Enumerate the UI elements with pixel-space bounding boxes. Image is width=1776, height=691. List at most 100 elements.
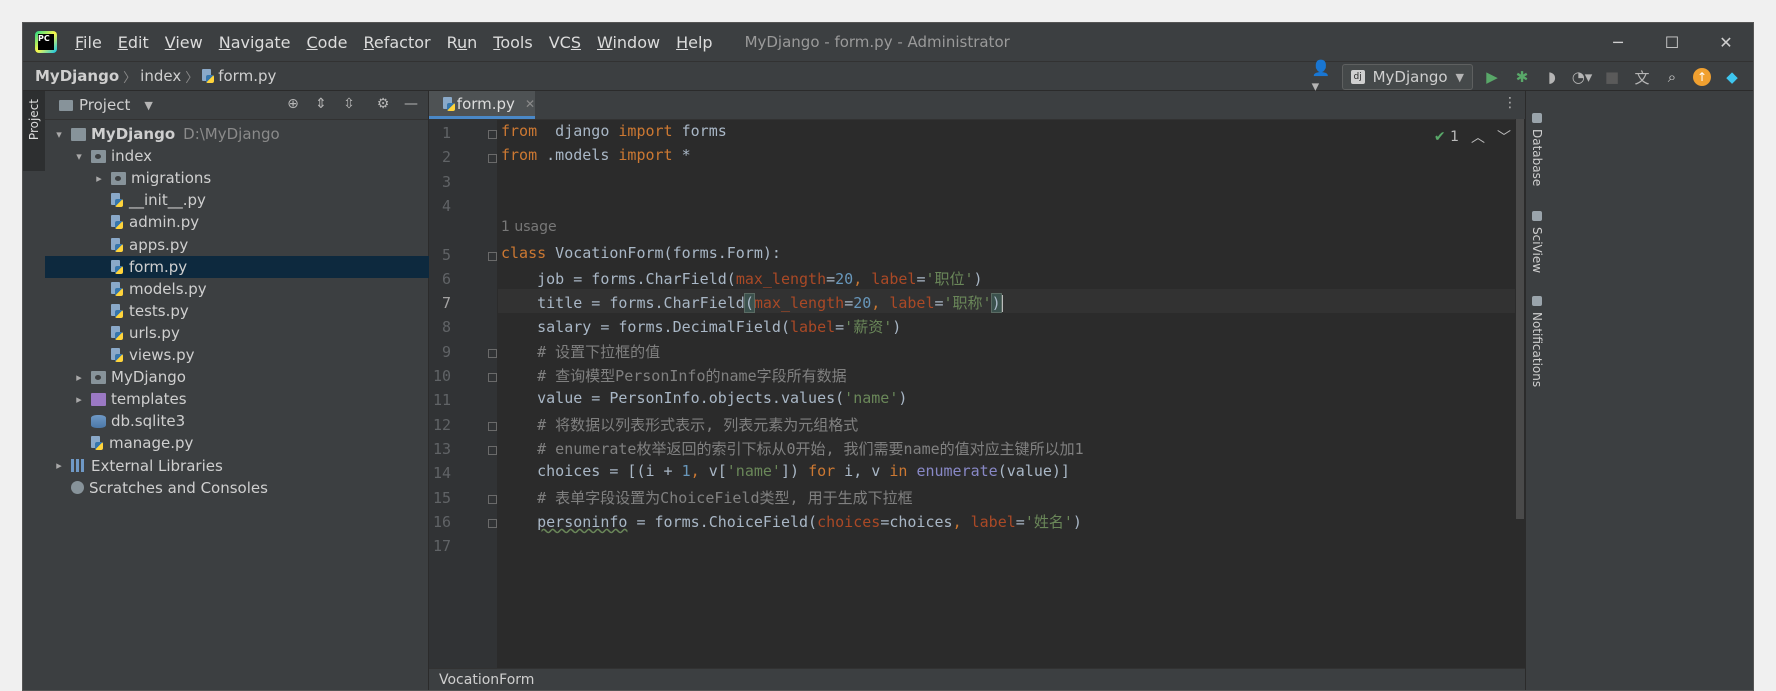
chevron-down-icon[interactable]: ▾ xyxy=(51,128,67,141)
tree-item[interactable]: manage.py xyxy=(45,432,454,454)
hide-panel-icon[interactable]: — xyxy=(402,94,420,114)
collapse-all-icon[interactable]: ⇳ xyxy=(340,94,358,114)
tree-item[interactable]: ▸ MyDjango xyxy=(45,366,454,388)
code-token: 'name' xyxy=(726,462,781,481)
tree-item[interactable]: ▸ External Libraries xyxy=(45,455,434,477)
tree-item[interactable]: form.py xyxy=(45,255,474,278)
fold-marker-icon[interactable] xyxy=(488,348,497,358)
tree-item[interactable]: Scratches and Consoles xyxy=(45,477,434,499)
tree-item[interactable]: ▸ migrations xyxy=(45,167,474,189)
chevron-right-icon[interactable]: ▸ xyxy=(91,172,107,185)
more-icon[interactable]: ⋮ xyxy=(1503,95,1517,111)
tree-item[interactable]: ▾ MyDjango D:\MyDjango xyxy=(45,123,434,145)
chevron-down-icon[interactable]: ▾ xyxy=(71,150,87,163)
menu-item[interactable]: Code xyxy=(299,33,356,52)
tree-item-label: templates xyxy=(111,390,187,409)
close-window-button[interactable]: ✕ xyxy=(1699,23,1753,61)
code-token: = xyxy=(826,269,836,288)
tool-tab-database[interactable]: Database xyxy=(1530,113,1544,186)
menu-item[interactable]: Refactor xyxy=(355,33,438,52)
tree-item-label: MyDjango xyxy=(91,125,176,143)
chevron-up-icon[interactable]: ︿ xyxy=(1471,127,1485,147)
fold-marker-icon[interactable] xyxy=(488,421,497,431)
tree-item[interactable]: tests.py xyxy=(45,300,474,322)
fold-marker-icon[interactable] xyxy=(488,130,497,139)
fold-marker-icon[interactable] xyxy=(488,494,497,504)
code-token: title = forms.CharField xyxy=(501,294,745,313)
menu-item[interactable]: Navigate xyxy=(211,33,299,52)
menu-item[interactable]: VCS xyxy=(541,33,589,52)
menu-item-mnemonic: C xyxy=(306,32,318,52)
update-icon[interactable]: ↑ xyxy=(1691,66,1713,88)
scrollbar-thumb[interactable] xyxy=(1516,119,1524,519)
project-view-select[interactable]: Project xyxy=(79,96,130,114)
maximize-button[interactable]: ☐ xyxy=(1645,23,1699,61)
run-configuration-select[interactable]: dj MyDjango ▼ xyxy=(1341,64,1473,90)
tree-item[interactable]: ▾ index xyxy=(45,145,454,167)
gear-icon[interactable]: ⚙ xyxy=(374,94,392,114)
chevron-down-icon[interactable]: ﹀ xyxy=(1497,127,1511,147)
menu-item[interactable]: View xyxy=(157,33,211,52)
breadcrumb: MyDjango 〉 index 〉 form.py xyxy=(35,67,276,86)
tree-item[interactable]: urls.py xyxy=(45,322,474,344)
run-config-label: MyDjango xyxy=(1372,68,1448,86)
fold-marker-icon[interactable] xyxy=(488,154,497,164)
chevron-right-icon[interactable]: ▸ xyxy=(71,393,87,406)
translate-icon[interactable]: 文 xyxy=(1631,66,1653,88)
panel-tools: ⊕ ⇕ ⇳ ⚙ — xyxy=(284,94,420,114)
run-icon[interactable]: ▶ xyxy=(1481,66,1503,88)
menu-item[interactable]: Run xyxy=(439,33,486,52)
menu-item[interactable]: Help xyxy=(668,33,720,52)
menu-item-post: ode xyxy=(317,32,348,52)
tree-item[interactable]: admin.py xyxy=(45,211,474,233)
code-breadcrumb[interactable]: VocationForm xyxy=(429,668,1525,690)
user-icon[interactable]: 👤▾ xyxy=(1312,59,1334,95)
tree-item[interactable]: __init__.py xyxy=(45,189,474,211)
fold-marker-icon[interactable] xyxy=(488,518,497,528)
stop-icon[interactable]: ■ xyxy=(1601,66,1623,88)
code-editor[interactable]: from django import forms from .models imp… xyxy=(498,119,1515,668)
debug-icon[interactable]: ✱ xyxy=(1511,66,1533,88)
tree-item[interactable]: db.sqlite3 xyxy=(45,410,454,432)
django-icon: dj xyxy=(1350,70,1365,84)
project-tool-tab[interactable]: Project xyxy=(23,91,45,171)
chevron-right-icon[interactable]: ▸ xyxy=(71,371,87,384)
menu-item-mnemonic: E xyxy=(117,32,128,52)
tree-item[interactable]: views.py xyxy=(45,344,474,366)
code-line: job = forms.CharField(max_length=20, lab… xyxy=(501,268,982,292)
coverage-icon[interactable]: ◗ xyxy=(1541,66,1563,88)
menu-item[interactable]: Edit xyxy=(110,33,157,52)
vertical-scrollbar[interactable] xyxy=(1515,119,1525,668)
search-icon[interactable]: ⌕ xyxy=(1661,66,1683,88)
fold-marker-icon[interactable] xyxy=(488,373,497,382)
tool-tab-sciview[interactable]: SciView xyxy=(1530,211,1544,273)
code-with-me-icon[interactable]: ◆ xyxy=(1721,66,1743,88)
code-line: # 表单字段设置为ChoiceField类型, 用于生成下拉框 xyxy=(501,487,912,511)
breadcrumb-project[interactable]: MyDjango xyxy=(35,67,119,85)
close-tab-icon[interactable]: ✕ xyxy=(525,97,535,111)
minimize-button[interactable]: ─ xyxy=(1591,23,1645,61)
chevron-right-icon[interactable]: ▸ xyxy=(51,459,67,472)
locate-icon[interactable]: ⊕ xyxy=(284,94,302,114)
breadcrumb-file[interactable]: form.py xyxy=(218,67,276,85)
tab-form-py[interactable]: form.py ✕ xyxy=(429,91,535,119)
tool-tab-notifications[interactable]: Notifications xyxy=(1530,296,1544,387)
tree-item[interactable]: ▸ templates xyxy=(45,388,454,410)
tree-item[interactable]: apps.py xyxy=(45,234,474,256)
profile-icon[interactable]: ◔▾ xyxy=(1571,66,1593,88)
fold-marker-icon[interactable] xyxy=(488,251,497,261)
menu-item[interactable]: File xyxy=(67,33,110,52)
usage-hint[interactable]: 1 usage xyxy=(501,219,557,243)
tree-item[interactable]: models.py xyxy=(45,278,474,300)
breadcrumb-index[interactable]: index xyxy=(140,67,181,85)
code-token: choices = [(i + xyxy=(501,462,682,481)
folder-icon xyxy=(91,149,106,163)
menu-item[interactable]: Tools xyxy=(485,33,540,52)
expand-all-icon[interactable]: ⇕ xyxy=(312,94,330,114)
inspection-widget[interactable]: ✔ 1 ︿ ﹀ xyxy=(1434,127,1511,147)
menu-item[interactable]: Window xyxy=(589,33,668,52)
chevron-down-icon[interactable]: ▼ xyxy=(144,99,152,112)
code-line: class VocationForm(forms.Form): xyxy=(501,244,781,268)
line-number: 10 xyxy=(432,367,451,385)
fold-marker-icon[interactable] xyxy=(488,445,497,455)
